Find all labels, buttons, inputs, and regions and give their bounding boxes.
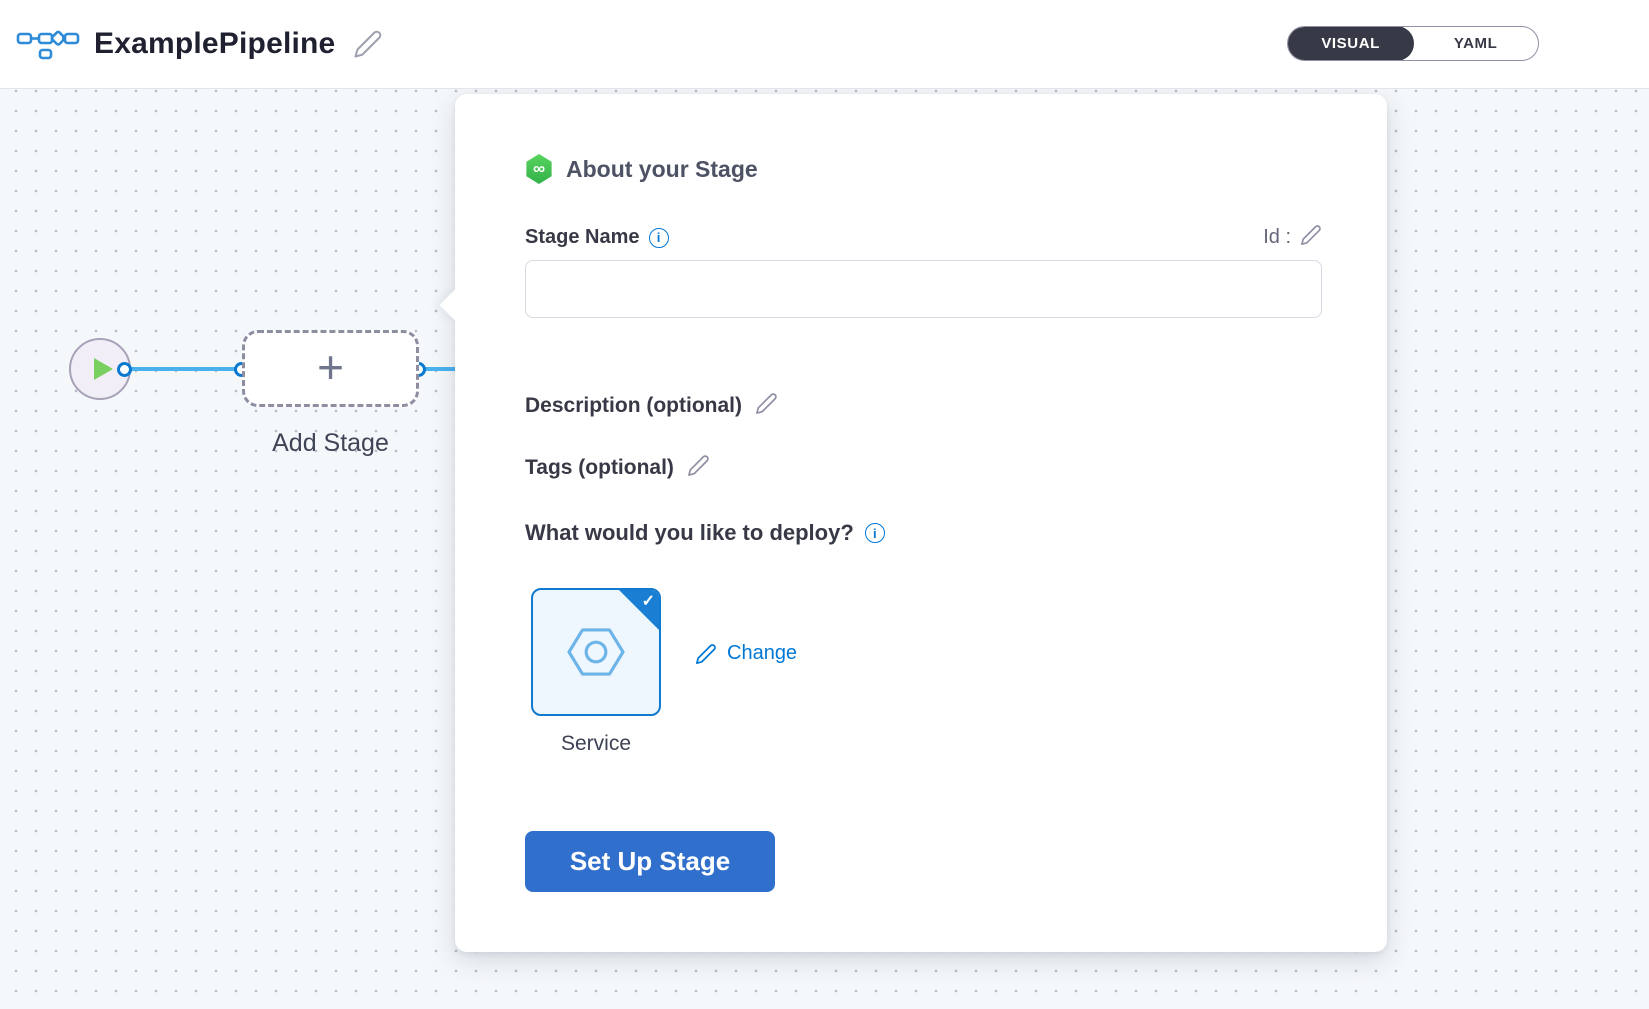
play-icon [94, 358, 113, 380]
deploy-question-row: What would you like to deploy? i [525, 520, 885, 546]
check-icon: ✓ [642, 591, 655, 611]
panel-header: ∞ About your Stage [525, 154, 758, 184]
change-pencil-icon [695, 643, 717, 665]
description-label: Description (optional) [525, 394, 742, 418]
id-edit-pencil-icon[interactable] [1300, 224, 1322, 251]
connector-line [122, 367, 244, 371]
add-stage-label: Add Stage [232, 429, 429, 458]
connector-port [117, 362, 132, 377]
deploy-question: What would you like to deploy? [525, 520, 854, 546]
description-row: Description (optional) [525, 392, 778, 420]
plus-icon: + [317, 344, 344, 390]
app-root: ExamplePipeline VISUAL YAML + Add Stage [0, 0, 1649, 1009]
tags-edit-pencil-icon[interactable] [687, 454, 710, 482]
stage-id-label: Id : [1263, 226, 1291, 249]
infinity-glyph: ∞ [533, 160, 545, 177]
change-label: Change [727, 642, 797, 665]
pipeline-icon [16, 22, 80, 67]
title-edit-pencil-icon[interactable] [353, 29, 383, 59]
set-up-stage-button[interactable]: Set Up Stage [525, 831, 775, 892]
cd-stage-icon: ∞ [525, 154, 553, 184]
change-service-link[interactable]: Change [695, 642, 797, 665]
stage-setup-panel: ∞ About your Stage Stage Name i Id : Des… [455, 94, 1387, 952]
toggle-yaml[interactable]: YAML [1413, 27, 1538, 60]
service-card-label: Service [531, 732, 661, 756]
tags-label: Tags (optional) [525, 456, 674, 480]
view-toggle: VISUAL YAML [1287, 26, 1539, 61]
stage-name-row: Stage Name i Id : [525, 224, 1322, 251]
add-stage-node[interactable]: + [242, 330, 419, 407]
service-deploy-card[interactable]: ✓ [531, 588, 661, 716]
stage-name-info-icon[interactable]: i [649, 228, 669, 248]
description-edit-pencil-icon[interactable] [755, 392, 778, 420]
tags-row: Tags (optional) [525, 454, 710, 482]
deploy-info-icon[interactable]: i [865, 523, 885, 543]
header: ExamplePipeline VISUAL YAML [0, 0, 1649, 89]
toggle-visual[interactable]: VISUAL [1287, 26, 1414, 61]
page-title: ExamplePipeline [94, 27, 335, 61]
panel-heading: About your Stage [566, 156, 758, 183]
stage-name-input[interactable] [525, 260, 1322, 318]
service-hexagon-icon [566, 625, 626, 679]
stage-name-label: Stage Name [525, 226, 640, 249]
